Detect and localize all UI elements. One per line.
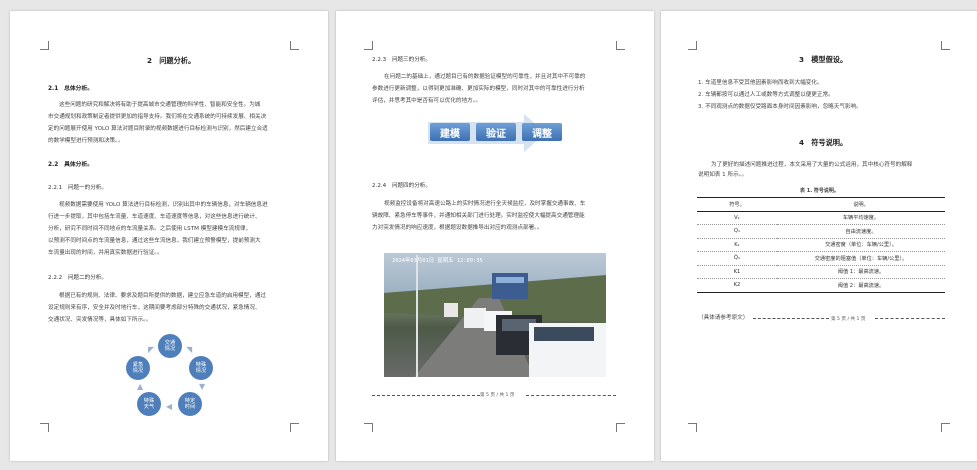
table-header-row: 符号。 说明。	[697, 197, 945, 212]
crop-mark	[40, 41, 49, 50]
paragraph-line: 辆故障、紧急停车等事件，并通知相关部门进行处理。实时监控使大幅提高交通管理能	[372, 213, 585, 219]
paragraph-line: 参数进行更新调整，以得到更加准确、更加实际的模型，同时对其中的可靠性进行分析	[372, 86, 585, 92]
paragraph-line: 定的问题展开使用 YOLO 算法对题目附录的视频数据进行目标检测与识别，然后建立…	[48, 126, 268, 132]
document-page-1: 2 问题分析。 2.1 总体分析。 这些问题的研究和解决将有助于提高城市交通管理…	[10, 11, 328, 461]
description-cell: 交通密度的阻塞值（单位：车辆/公里）。	[777, 251, 945, 265]
page-footer: 第 5 页 / 共 1 页	[831, 317, 866, 322]
symbol-cell: K₁	[697, 237, 777, 252]
paragraph-line: 为了更好的描述问题推进过程，本文采用了大量的公式运用，其中核心符号的解释	[711, 162, 913, 168]
flow-step-modeling: 建模	[430, 123, 470, 141]
paragraph-line: 车流量出现的时间，并用真实数据进行验证。。	[48, 250, 163, 256]
paragraph-line: 市交通规划和政策制定者提供更加的指导支持。我们将在交通系统的可持续发展、相关决	[48, 114, 267, 120]
table-caption: 表 1. 符号说明。	[800, 188, 839, 194]
symbol-cell: K2	[697, 278, 777, 293]
table-header-cell: 说明。	[777, 197, 945, 212]
paragraph-line: 根据已有的规则、法律、要求及题目所提供的数据，建立应急车道的启用模型，通过	[59, 293, 266, 299]
cycle-arrow-icon: ◀	[166, 402, 173, 411]
crop-mark	[290, 423, 299, 432]
table-row: K2 阈值 2：最高流速。	[697, 278, 945, 293]
cycle-arrow-icon: ◤	[148, 345, 155, 354]
cycle-arrow-icon: ▲	[137, 382, 144, 391]
paragraph-line: 以预测不同时间点的车流量信息，通过这些车流信息，我们建立预警模型，提前预测大	[48, 238, 261, 244]
cycle-node-emergency: 紧急 情况	[126, 356, 150, 380]
footer-rule	[526, 395, 616, 396]
crop-mark	[616, 423, 625, 432]
heading-assumptions: 3 模型假设。	[799, 55, 848, 64]
symbol-cell: V₁	[697, 210, 777, 225]
crop-mark	[40, 423, 49, 432]
table-row: V₁ 车辆平均速度。	[697, 210, 945, 225]
paragraph-line: 交通状况、突发情况等，具体如下所示。。	[48, 317, 152, 323]
crop-mark	[290, 41, 299, 50]
paragraph-line: 行进一步提取，其中包括车流量、车道速度、车道速度等信息，对这些信息进行统计、	[48, 214, 261, 220]
note-text: （具体请参考原文）	[698, 315, 749, 321]
cycle-node-traffic: 交通 情况	[158, 334, 182, 358]
flow-step-verify: 验证	[476, 123, 516, 141]
table-row: K₁ 交通密度（单位：车辆/公里）。	[697, 237, 945, 252]
description-cell: 交通密度（单位：车辆/公里）。	[777, 237, 945, 252]
table-row: Q̃₁ 交通密度的阻塞值（单位：车辆/公里）。	[697, 251, 945, 265]
cycle-node-specific-time: 特定 时间	[178, 392, 202, 416]
symbol-table: 符号。 说明。 V₁ 车辆平均速度。 Q₁ 自由流速度。 K₁ 交通密度（单位：车辆/…	[697, 197, 945, 293]
table-header-cell: 符号。	[697, 197, 777, 212]
cycle-arrow-icon: ◥	[186, 345, 193, 354]
symbol-cell: Q̃₁	[697, 251, 777, 265]
paragraph-line: 这些问题的研究和解决将有助于提高城市交通管理的科学性、智能和安全性。为城	[59, 102, 261, 108]
description-cell: 自由流速度。	[777, 224, 945, 238]
assumption-item: 1. 车道里信息不受其他因素影响而收到大幅变化。	[698, 80, 823, 86]
heading-2-2-3: 2.2.3 问题三的分析。	[372, 57, 431, 63]
paragraph-line: 在问题二的基础上，通过题目已有的数据验证模型的可靠性，并且对其中不可靠的	[384, 74, 586, 80]
crop-mark	[364, 423, 373, 432]
document-page-3: 3 模型假设。 1. 车道里信息不受其他因素影响而收到大幅变化。 2. 车辆都按…	[661, 11, 977, 461]
assumption-item: 3. 不同观测点的数据仅受路面本身时间因素影响，忽略天气影响。	[698, 104, 862, 110]
cycle-node-special-situation: 特殊 情况	[189, 356, 213, 380]
heading-symbols: 4 符号说明。	[799, 138, 848, 147]
paragraph-line: 分析，研究不同时间不同地点的车流量关系。之后使用 LSTM 模型建模车流规律，	[48, 226, 252, 232]
paragraph-line: 的数学模型进行预测和决策。。	[48, 138, 124, 144]
page-footer: 第 5 页 / 共 1 页	[480, 393, 515, 398]
table-row: K1 阈值 1：最高流速。	[697, 264, 945, 279]
paragraph-line: 力对突发情况的响应速度，根据题设数据推导出对应的观测点部署。。	[372, 225, 543, 231]
crop-mark	[941, 423, 950, 432]
cycle-node-special-weather: 特殊 天气	[137, 392, 161, 416]
heading-2-2: 2.2 具体分析。	[48, 162, 94, 168]
symbol-cell: K1	[697, 264, 777, 279]
heading-2-2-1: 2.2.1 问题一的分析。	[48, 185, 107, 191]
description-cell: 车辆平均速度。	[777, 210, 945, 225]
document-page-2: 2.2.3 问题三的分析。 在问题二的基础上，通过题目已有的数据验证模型的可靠性…	[336, 11, 654, 461]
photo-timestamp: 2024年03月01日 星期五 12:09:35	[392, 258, 483, 264]
traffic-photo: 2024年03月01日 星期五 12:09:35	[384, 253, 606, 377]
flow-step-adjust: 调整	[522, 123, 562, 141]
heading-2-2-4: 2.2.4 问题四的分析。	[372, 183, 431, 189]
heading-2-1: 2.1 总体分析。	[48, 86, 94, 92]
assumption-item: 2. 车辆都按可以通过人工或数等方式调整以便更正常。	[698, 92, 834, 98]
crop-mark	[364, 41, 373, 50]
crop-mark	[941, 41, 950, 50]
symbol-cell: Q₁	[697, 224, 777, 238]
crop-mark	[688, 41, 697, 50]
footer-rule	[753, 318, 829, 319]
description-cell: 阈值 1：最高流速。	[777, 264, 945, 279]
cycle-arrow-icon: ▼	[199, 382, 206, 391]
paragraph-line: 视频数据需要使用 YOLO 算法进行目标检测，识别出其中的车辆信息，对车辆信息进	[59, 202, 268, 208]
paragraph-line: 视频监控设备将对高速公路上的实时情况进行全天候监控，及时掌握交通事故、车	[384, 201, 586, 207]
description-cell: 阈值 2：最高流速。	[777, 278, 945, 293]
paragraph-line: 评估，并思考其中是否有可以优化的地方。。	[372, 98, 482, 104]
crop-mark	[688, 423, 697, 432]
paragraph-line: 设定规则来有序，安全并及时地行车，这期间要考虑部分特殊的交通状况，紧急情况、	[48, 305, 261, 311]
footer-rule	[875, 318, 945, 319]
table-row: Q₁ 自由流速度。	[697, 224, 945, 238]
heading-2-2-2: 2.2.2 问题二的分析。	[48, 275, 107, 281]
heading-analysis: 2 问题分析。	[147, 56, 196, 65]
crop-mark	[616, 41, 625, 50]
paragraph-line: 说明如表 1 所示。。	[698, 172, 748, 178]
footer-rule	[372, 395, 480, 396]
